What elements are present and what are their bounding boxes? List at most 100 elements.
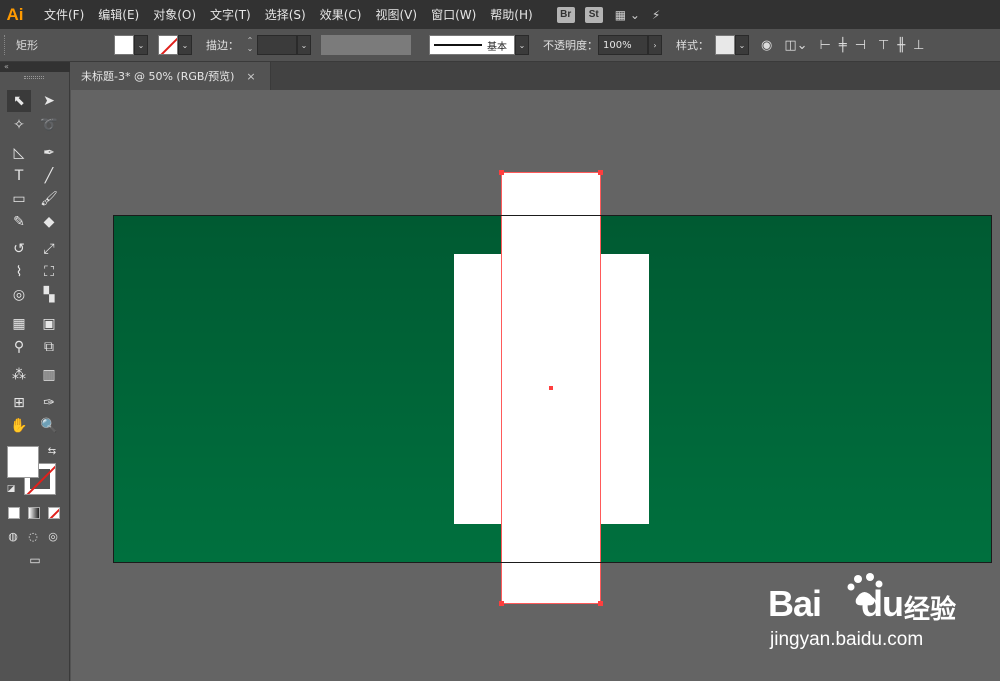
paw-icon: [847, 573, 883, 606]
selection-center-point[interactable]: [549, 386, 553, 390]
artboard-tool-icon[interactable]: ⊞: [7, 392, 31, 414]
menu-bar: Ai 文件(F) 编辑(E) 对象(O) 文字(T) 选择(S) 效果(C) 视…: [0, 0, 1000, 29]
gradient-tool-icon[interactable]: ▣: [37, 313, 61, 335]
draw-inside-icon[interactable]: ◎: [44, 528, 62, 544]
slice-tool-icon[interactable]: ✑: [37, 392, 61, 414]
draw-behind-icon[interactable]: ◌: [24, 528, 42, 544]
document-tab-bar: 未标题-3* @ 50% (RGB/预览) ×: [71, 62, 1000, 90]
menu-type[interactable]: 文字(T): [210, 6, 251, 23]
opacity-label[interactable]: 不透明度：: [543, 37, 598, 53]
stroke-dropdown[interactable]: ⌄: [178, 35, 192, 55]
menu-file[interactable]: 文件(F): [44, 6, 84, 23]
document-tab-title: 未标题-3* @ 50% (RGB/预览): [81, 70, 235, 83]
default-colors-icon[interactable]: ◪: [4, 482, 18, 496]
fill-color-box[interactable]: [7, 446, 39, 478]
type-tool-icon[interactable]: T: [7, 165, 31, 187]
blend-tool-icon[interactable]: ⧉: [37, 336, 61, 358]
stock-button[interactable]: St: [584, 6, 603, 23]
align-center-icon[interactable]: ╪: [839, 38, 847, 53]
anchor-tool-icon[interactable]: ◺: [7, 142, 31, 164]
graphic-style-swatch[interactable]: [715, 35, 735, 55]
align-top-icon[interactable]: ⊤: [878, 38, 889, 53]
align-right-icon[interactable]: ⊣: [855, 38, 866, 53]
symbol-sprayer-tool-icon[interactable]: ⁂: [7, 364, 31, 386]
eyedropper-tool-icon[interactable]: ⚲: [7, 336, 31, 358]
warp-tool-icon[interactable]: ⌇: [7, 261, 31, 283]
align-left-icon[interactable]: ⊢: [820, 38, 831, 53]
lasso-tool-icon[interactable]: ➰: [37, 114, 61, 136]
draw-normal-icon[interactable]: ◍: [4, 528, 22, 544]
brush-definition-dropdown[interactable]: ⌄: [515, 35, 529, 55]
close-icon[interactable]: ×: [246, 70, 255, 83]
stroke-line-preview: [434, 44, 482, 46]
stroke-weight-field[interactable]: [257, 35, 297, 55]
stroke-swatch[interactable]: [158, 35, 178, 55]
toolbox: ⬉ ➤ ✧ ➰ ◺ ✒ T ╱ ▭ 🖌 ✎ ◆ ↺ ⤢ ⌇ ⛶ ◎ ▚ ▦ ▣ …: [0, 72, 70, 681]
opacity-dropdown[interactable]: ›: [648, 35, 662, 55]
object-type-label: 矩形: [16, 39, 38, 52]
column-graph-tool-icon[interactable]: ▥: [37, 364, 61, 386]
control-bar-grip[interactable]: [4, 35, 8, 55]
workspace-layout-icon[interactable]: ▦ ⌄: [615, 8, 640, 22]
rotate-tool-icon[interactable]: ↺: [7, 238, 31, 260]
menu-select[interactable]: 选择(S): [265, 6, 306, 23]
fill-swatch[interactable]: [114, 35, 134, 55]
perspective-grid-tool-icon[interactable]: ▚: [37, 284, 61, 306]
selection-handle-bottom-right[interactable]: [598, 601, 603, 606]
selection-handle-bottom-left[interactable]: [499, 601, 504, 606]
menu-help[interactable]: 帮助(H): [490, 6, 532, 23]
swap-colors-icon[interactable]: ⇆: [44, 444, 60, 458]
transform-icon[interactable]: ◫⌄: [784, 38, 807, 53]
shape-builder-tool-icon[interactable]: ◎: [7, 284, 31, 306]
rectangle-tool-icon[interactable]: ▭: [7, 188, 31, 210]
control-bar: 矩形 ⌄ ⌄ 描边： ⌃ ⌄ ⌄ 基本 ⌄ 不透明度： 100% › 样式： ⌄ …: [0, 29, 1000, 62]
hand-tool-icon[interactable]: ✋: [7, 415, 31, 437]
stroke-weight-stepper[interactable]: ⌃ ⌄: [243, 35, 257, 55]
baidu-watermark: Bai du 经验 jingyan.baidu.com: [768, 569, 978, 659]
gpu-performance-icon[interactable]: ⚡: [652, 8, 660, 22]
magic-wand-tool-icon[interactable]: ✧: [7, 114, 31, 136]
selection-handle-top-left[interactable]: [499, 170, 504, 175]
eraser-tool-icon[interactable]: ◆: [37, 211, 61, 233]
toolbox-grip[interactable]: [24, 76, 44, 79]
recolor-artwork-icon[interactable]: ◉: [761, 38, 772, 53]
selection-tool-icon[interactable]: ⬉: [7, 90, 31, 112]
menu-view[interactable]: 视图(V): [375, 6, 417, 23]
paintbrush-tool-icon[interactable]: 🖌: [37, 188, 61, 210]
tab-document[interactable]: 未标题-3* @ 50% (RGB/预览) ×: [71, 62, 271, 90]
graphic-style-dropdown[interactable]: ⌄: [735, 35, 749, 55]
artboard-edge-overlay-bottom: [501, 562, 601, 563]
watermark-cn: 经验: [904, 595, 957, 625]
brush-definition-field[interactable]: 基本: [429, 35, 515, 55]
menu-edit[interactable]: 编辑(E): [98, 6, 139, 23]
zoom-tool-icon[interactable]: 🔍: [37, 415, 61, 437]
direct-selection-tool-icon[interactable]: ➤: [37, 90, 61, 112]
line-tool-icon[interactable]: ╱: [37, 165, 61, 187]
pencil-tool-icon[interactable]: ✎: [7, 211, 31, 233]
free-transform-tool-icon[interactable]: ⛶: [37, 261, 61, 283]
opacity-field[interactable]: 100%: [598, 35, 648, 55]
selection-handle-top-right[interactable]: [598, 170, 603, 175]
screen-mode-icon[interactable]: ▭: [22, 552, 48, 568]
scale-tool-icon[interactable]: ⤢: [37, 238, 61, 260]
stroke-weight-dropdown[interactable]: ⌄: [297, 35, 311, 55]
watermark-url: jingyan.baidu.com: [770, 629, 924, 650]
bridge-button[interactable]: Br: [556, 6, 575, 23]
stroke-label[interactable]: 描边：: [206, 37, 239, 53]
gradient-mode-icon[interactable]: [28, 507, 40, 519]
none-mode-icon[interactable]: [48, 507, 60, 519]
menu-window[interactable]: 窗口(W): [431, 6, 476, 23]
pen-tool-icon[interactable]: ✒: [37, 142, 61, 164]
canvas[interactable]: Bai du 经验 jingyan.baidu.com: [71, 90, 1000, 681]
style-label: 样式：: [676, 39, 709, 52]
variable-width-field[interactable]: [321, 35, 411, 55]
mesh-tool-icon[interactable]: ▦: [7, 313, 31, 335]
menu-effect[interactable]: 效果(C): [320, 6, 362, 23]
align-middle-icon[interactable]: ╫: [897, 38, 905, 53]
color-mode-icon[interactable]: [8, 507, 20, 519]
align-bottom-icon[interactable]: ⊥: [913, 38, 924, 53]
menu-object[interactable]: 对象(O): [153, 6, 196, 23]
toolbox-collapse-strip[interactable]: «: [0, 62, 70, 72]
fill-dropdown[interactable]: ⌄: [134, 35, 148, 55]
brush-definition-value: 基本: [487, 41, 507, 53]
